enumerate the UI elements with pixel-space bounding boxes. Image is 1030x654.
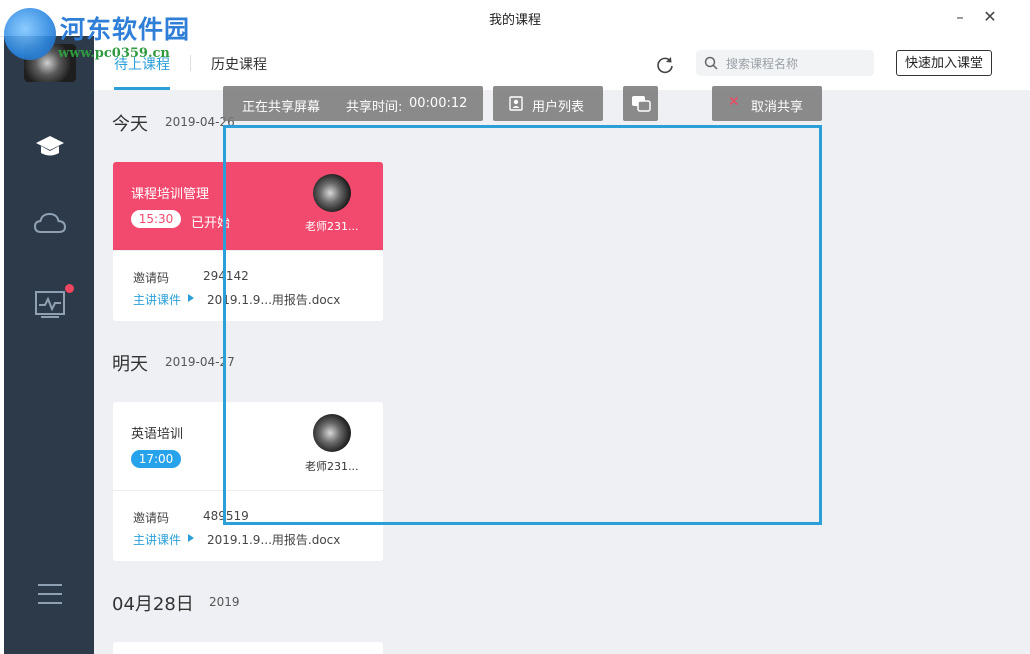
play-arrow-icon[interactable] bbox=[188, 534, 194, 542]
watermark-logo-icon bbox=[4, 8, 56, 60]
day-heading: 今天 bbox=[112, 114, 148, 135]
notification-badge bbox=[65, 284, 74, 293]
share-region-frame[interactable] bbox=[223, 125, 822, 525]
graduation-cap-icon[interactable] bbox=[32, 128, 68, 164]
close-button[interactable]: ✕ bbox=[978, 6, 1002, 28]
tab-history[interactable]: 历史课程 bbox=[211, 54, 267, 74]
share-status-bar: 正在共享屏幕 共享时间: 00:00:12 bbox=[223, 86, 483, 121]
share-timer-value: 00:00:12 bbox=[409, 96, 468, 111]
day-heading: 明天 bbox=[112, 354, 148, 375]
day-date: 2019 bbox=[209, 595, 240, 609]
invite-code-label: 邀请码 bbox=[133, 271, 170, 285]
watermark: 河东软件园 www.pc0359.cn bbox=[0, 4, 210, 66]
search-icon bbox=[704, 56, 718, 70]
activity-monitor-icon[interactable] bbox=[32, 286, 68, 322]
course-title: 课程培训管理 bbox=[131, 187, 210, 202]
quick-join-button[interactable]: 快速加入课堂 bbox=[896, 50, 992, 76]
refresh-icon[interactable] bbox=[654, 54, 676, 76]
tab-bar: 待上课程 历史课程 快速加入课堂 bbox=[94, 36, 1030, 90]
courseware-label[interactable]: 主讲课件 bbox=[133, 531, 181, 548]
watermark-url: www.pc0359.cn bbox=[58, 46, 170, 61]
day-heading: 04月28日 bbox=[112, 594, 194, 615]
chat-icon bbox=[632, 96, 651, 112]
course-card[interactable] bbox=[113, 642, 383, 654]
play-arrow-icon[interactable] bbox=[188, 294, 194, 302]
cloud-icon[interactable] bbox=[32, 206, 68, 242]
courseware-label[interactable]: 主讲课件 bbox=[133, 291, 181, 308]
user-list-button[interactable]: 用户列表 bbox=[493, 86, 603, 121]
sidebar bbox=[4, 36, 94, 654]
course-time-badge: 15:30 bbox=[131, 210, 181, 228]
menu-icon[interactable] bbox=[32, 576, 68, 612]
share-status-text: 正在共享屏幕 bbox=[242, 100, 321, 115]
chat-button[interactable] bbox=[623, 86, 658, 121]
course-title: 英语培训 bbox=[131, 427, 184, 442]
search-box bbox=[696, 50, 874, 76]
watermark-text: 河东软件园 bbox=[60, 15, 191, 44]
invite-code-label: 邀请码 bbox=[133, 511, 170, 525]
user-list-label: 用户列表 bbox=[532, 100, 585, 115]
minimize-button[interactable]: – bbox=[948, 6, 972, 28]
courseware-file[interactable]: 2019.1.9...用报告.docx bbox=[207, 531, 340, 548]
cancel-share-label: 取消共享 bbox=[751, 100, 804, 115]
close-x-icon: ✕ bbox=[728, 94, 740, 110]
contacts-icon bbox=[509, 96, 523, 111]
cancel-share-button[interactable]: ✕ 取消共享 bbox=[712, 86, 822, 121]
course-time-badge: 17:00 bbox=[131, 450, 181, 468]
share-timer-label: 共享时间: bbox=[346, 100, 403, 115]
search-input[interactable] bbox=[724, 53, 868, 75]
